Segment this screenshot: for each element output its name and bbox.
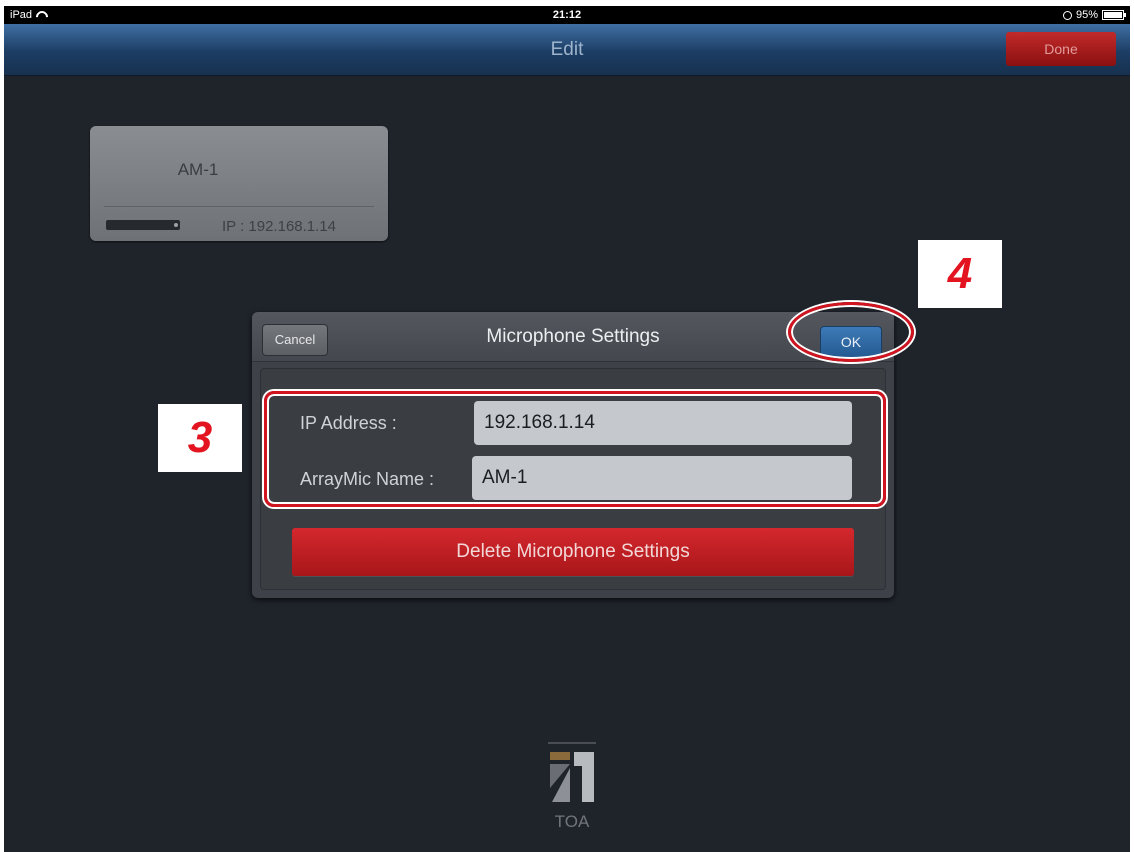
- toa-logo: TOA: [544, 742, 600, 832]
- done-button[interactable]: Done: [1006, 32, 1116, 66]
- page-title: Edit: [550, 39, 584, 60]
- microphone-ip: IP : 192.168.1.14: [222, 218, 336, 235]
- ok-button[interactable]: OK: [820, 326, 882, 358]
- status-bar: iPad 21:12 95%: [4, 6, 1130, 24]
- toa-logo-icon: [550, 752, 594, 802]
- status-time: 21:12: [552, 9, 582, 21]
- cancel-button[interactable]: Cancel: [262, 324, 328, 356]
- battery-icon: [1102, 10, 1126, 20]
- microphone-name: AM-1: [177, 160, 219, 179]
- logo-bar: [548, 742, 596, 744]
- microphone-settings-dialog: Microphone Settings Cancel OK IP Address…: [252, 302, 914, 598]
- ip-address-label: IP Address :: [300, 413, 397, 433]
- dialog-header: Microphone Settings Cancel OK: [252, 312, 894, 362]
- step-marker-3: 3: [158, 404, 242, 472]
- delete-microphone-settings-button[interactable]: Delete Microphone Settings: [292, 528, 854, 576]
- navigation-bar: Edit Done: [4, 24, 1130, 76]
- ip-address-input[interactable]: [474, 401, 852, 445]
- battery-percent: 95%: [1075, 9, 1098, 21]
- logo-text: TOA: [554, 812, 590, 831]
- card-divider: [104, 206, 374, 207]
- array-mic-icon: [106, 220, 180, 230]
- microphone-card[interactable]: AM-1 IP : 192.168.1.14: [90, 126, 388, 241]
- arraymic-name-input[interactable]: [472, 456, 852, 500]
- status-right: 95%: [1062, 9, 1126, 21]
- dialog-title: Microphone Settings: [486, 326, 660, 347]
- rotation-lock-icon: [1062, 10, 1072, 20]
- arraymic-name-label: ArrayMic Name :: [300, 469, 435, 489]
- step-marker-4: 4: [918, 240, 1002, 308]
